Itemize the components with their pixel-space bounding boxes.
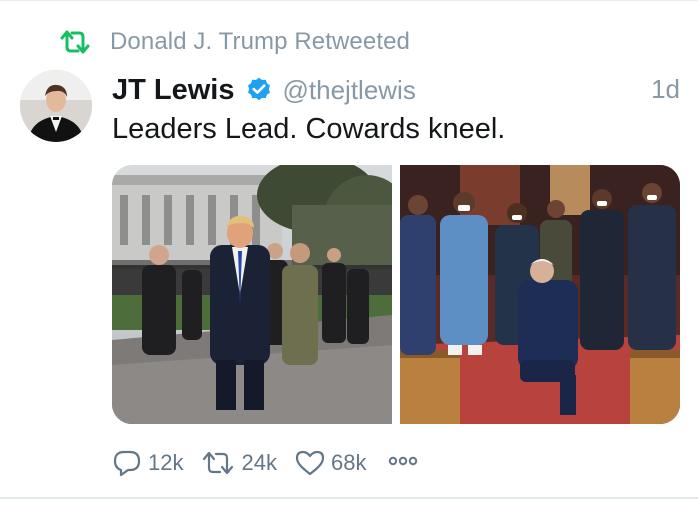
tweet-actions: 12k 24k 68k	[112, 446, 420, 480]
tweet-text: Leaders Lead. Cowards kneel.	[112, 113, 506, 145]
retweet-icon	[201, 448, 235, 478]
tweet-header: JT Lewis @thejtlewis 1d	[112, 70, 682, 110]
media-grid	[112, 165, 680, 424]
retweet-button[interactable]: 24k	[201, 448, 277, 478]
retweet-icon	[58, 28, 92, 56]
like-button[interactable]: 68k	[295, 448, 366, 478]
retweet-banner-text: Donald J. Trump Retweeted	[110, 28, 410, 55]
avatar[interactable]	[20, 70, 92, 142]
bottom-divider	[0, 497, 698, 499]
tweet-card[interactable]: Donald J. Trump Retweeted JT Lewis @thej…	[0, 0, 698, 508]
retweet-count: 24k	[241, 450, 277, 475]
retweet-banner[interactable]: Donald J. Trump Retweeted	[58, 26, 410, 58]
like-count: 68k	[330, 450, 367, 475]
reply-button[interactable]: 12k	[112, 448, 183, 478]
author-handle[interactable]: @thejtlewis	[283, 75, 416, 106]
more-icon	[386, 446, 420, 481]
reply-icon	[112, 448, 142, 478]
top-divider	[0, 0, 698, 1]
reply-count: 12k	[148, 450, 184, 475]
verified-badge-icon	[245, 76, 273, 104]
media-photo-left[interactable]	[112, 165, 392, 424]
more-button[interactable]	[386, 446, 420, 481]
media-photo-right[interactable]	[400, 165, 680, 424]
like-icon	[295, 448, 325, 478]
tweet-timestamp[interactable]: 1d	[651, 74, 680, 105]
author-name[interactable]: JT Lewis	[112, 74, 235, 107]
